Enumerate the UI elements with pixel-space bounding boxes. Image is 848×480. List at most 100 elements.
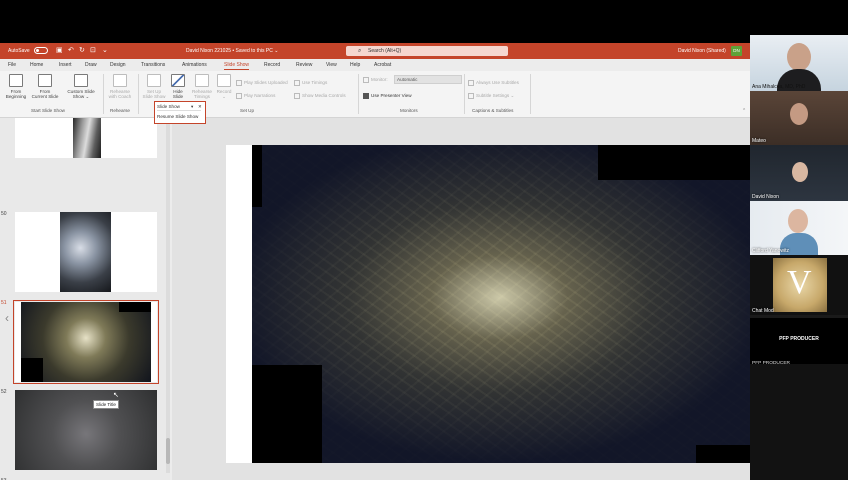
hide-slide-label-1: Hide	[173, 89, 183, 94]
tab-animations[interactable]: Animations	[182, 62, 207, 68]
slide-thumbnail[interactable]	[15, 390, 157, 470]
use-presenter-view-checkbox[interactable]: Use Presenter View	[363, 93, 412, 99]
group-monitors: Monitors	[400, 108, 418, 113]
tab-design[interactable]: Design	[110, 62, 126, 68]
record-button[interactable]: Record ⌄	[215, 74, 233, 100]
account-badge[interactable]: DN	[731, 46, 742, 56]
tab-acrobat[interactable]: Acrobat	[374, 62, 391, 68]
monitor-icon	[363, 77, 369, 83]
participant-name-center: PFP PRODUCER	[779, 336, 819, 342]
custom-slide-show-button[interactable]: Custom Slide Show ⌄	[64, 74, 98, 100]
record-label-2: ⌄	[222, 94, 226, 100]
slide-thumbnail[interactable]	[15, 118, 157, 158]
save-icon[interactable]: ▣	[56, 46, 63, 54]
subtitle-icon	[468, 93, 474, 99]
undo-icon[interactable]: ↶	[68, 46, 74, 54]
custom-show-label-1: Custom Slide	[67, 89, 95, 94]
autosave-label: AutoSave	[8, 48, 30, 54]
tab-home[interactable]: Home	[30, 62, 43, 68]
participant-tile[interactable]: Clifford Yanowitz	[750, 201, 848, 255]
play-slides-uploaded-checkbox[interactable]: Play Slides Uploaded	[236, 80, 288, 86]
search-icon: ⌕	[358, 48, 362, 54]
collapse-ribbon-icon[interactable]: ⌃	[742, 108, 746, 114]
participant-name: Chat Mod	[752, 308, 774, 314]
avatar	[788, 209, 808, 233]
tab-record[interactable]: Record	[264, 62, 280, 68]
avatar	[790, 103, 808, 125]
participant-name: David Nixon	[752, 194, 779, 200]
rehearse-label-1: Rehearse	[110, 89, 130, 94]
ribbon-separator	[464, 74, 465, 114]
tab-help[interactable]: Help	[350, 62, 360, 68]
use-timings-checkbox[interactable]: Use Timings	[294, 80, 327, 86]
document-title[interactable]: David Nixon 221025 • Saved to this PC ⌄	[186, 48, 278, 54]
avatar	[792, 162, 808, 182]
setup-label-2: Slide Show	[142, 94, 166, 100]
group-set-up: Set Up	[240, 108, 255, 113]
setup-icon	[147, 74, 161, 87]
slide-thumbnail[interactable]	[15, 212, 157, 292]
ribbon: From Beginning From Current Slide Custom…	[0, 71, 750, 118]
participant-tile[interactable]: Mateo	[750, 91, 848, 145]
tab-file[interactable]: File	[8, 62, 16, 68]
custom-show-icon	[74, 74, 88, 87]
rehearse-timings-button[interactable]: Rehearse Timings	[190, 74, 214, 100]
hide-slide-button[interactable]: Hide Slide	[168, 74, 188, 100]
dropdown-chevron-icon[interactable]: ▾	[191, 104, 193, 110]
use-presenter-view-label: Use Presenter View	[371, 93, 412, 99]
account-name[interactable]: David Nixon (Shared)	[678, 48, 726, 54]
dropdown-header: Slide Show ▾ ✕	[157, 104, 202, 111]
dropdown-close-icon[interactable]: ✕	[198, 104, 202, 110]
thumbnail-black-region	[21, 358, 43, 382]
participant-tile[interactable]: V Chat Mod	[750, 255, 848, 315]
tab-insert[interactable]: Insert	[59, 62, 72, 68]
slideshow-current-icon	[38, 74, 52, 87]
qat-customize-icon[interactable]: ⌄	[102, 46, 108, 54]
tab-transitions[interactable]: Transitions	[141, 62, 165, 68]
resume-slide-show-item[interactable]: Resume Slide Show	[157, 114, 198, 119]
coach-icon	[113, 74, 127, 87]
from-current-slide-button[interactable]: From Current Slide	[30, 74, 60, 100]
thumbnail-scrollbar-thumb[interactable]	[166, 438, 170, 464]
from-beginning-button[interactable]: From Beginning	[3, 74, 29, 100]
show-media-controls-checkbox[interactable]: Show Media Controls	[294, 93, 346, 99]
checkbox-icon	[236, 80, 242, 86]
timings-label-1: Rehearse	[192, 89, 212, 94]
slide-number: 52	[1, 389, 7, 395]
tab-review[interactable]: Review	[296, 62, 312, 68]
tab-slide-show[interactable]: Slide Show	[224, 62, 250, 70]
tab-view[interactable]: View	[326, 62, 337, 68]
slide-thumbnail-pane: 50 51 ‹ 52 53	[0, 118, 170, 480]
search-box[interactable]: ⌕ Search (Alt+Q)	[346, 46, 508, 56]
record-icon	[217, 74, 231, 87]
image-black-region	[252, 145, 262, 207]
monitor-label: Monitor:	[363, 77, 388, 83]
participant-tile[interactable]: Ana Mihalcea, MD, PhD	[750, 35, 848, 91]
present-icon[interactable]: ⊡	[90, 46, 96, 54]
slide-nav-chevron-icon[interactable]: ‹	[5, 311, 9, 325]
thumbnail-scrollbar[interactable]	[166, 123, 170, 473]
always-use-subtitles-checkbox[interactable]: Always Use Subtitles	[468, 80, 519, 86]
monitor-select[interactable]: Automatic	[394, 75, 462, 84]
checkbox-icon	[468, 80, 474, 86]
set-up-slide-show-button[interactable]: Set Up Slide Show	[141, 74, 167, 100]
participant-tile[interactable]: David Nixon	[750, 145, 848, 201]
thumbnail-image	[60, 212, 111, 292]
participant-tile[interactable]: PFP PRODUCER	[750, 318, 848, 364]
setup-label-1: Set Up	[146, 89, 162, 94]
slide-show-dropdown: Slide Show ▾ ✕ Resume Slide Show	[154, 101, 206, 124]
play-narrations-checkbox[interactable]: Play Narrations	[236, 93, 275, 99]
timings-label-2: Timings	[194, 94, 210, 100]
slideshow-start-icon	[9, 74, 23, 87]
thumbnail-image	[15, 390, 157, 470]
timings-icon	[195, 74, 209, 87]
rehearse-with-coach-button[interactable]: Rehearse with Coach	[106, 74, 134, 100]
redo-icon[interactable]: ↻	[79, 46, 85, 54]
subtitle-settings-button[interactable]: Subtitle Settings ⌄	[468, 93, 514, 99]
slide-thumbnail-selected[interactable]	[13, 300, 159, 384]
tab-draw[interactable]: Draw	[85, 62, 97, 68]
autosave-toggle[interactable]	[34, 47, 48, 54]
from-current-label-2: Current Slide	[31, 94, 59, 100]
current-slide[interactable]	[226, 145, 767, 463]
thumbnail-black-region	[119, 302, 151, 312]
